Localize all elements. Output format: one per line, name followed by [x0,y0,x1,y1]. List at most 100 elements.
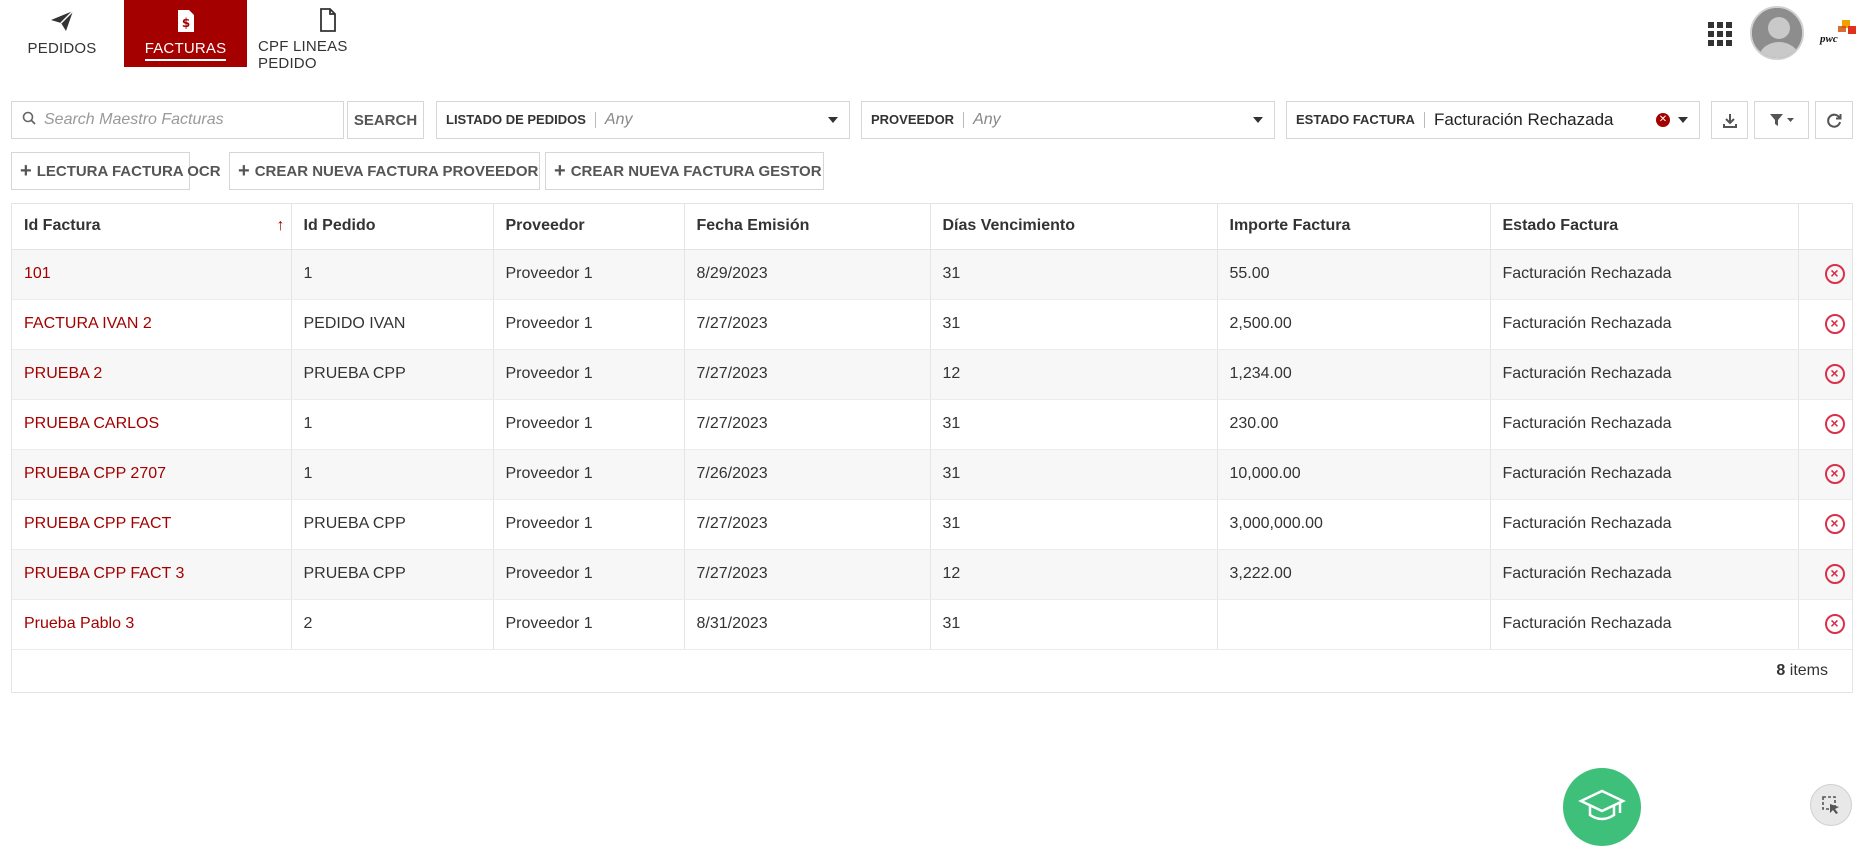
cell-dias-vencimiento: 31 [930,299,1218,350]
remove-circle-icon[interactable]: × [1824,514,1845,534]
clear-selection-icon[interactable]: ✕ [1656,113,1670,127]
cell-id-factura[interactable]: Prueba Pablo 3 [12,599,292,650]
cell-id-factura[interactable]: PRUEBA CARLOS [12,399,292,450]
filter-icon [1769,114,1794,126]
cell-actions: × [1798,349,1852,400]
table-row[interactable]: PRUEBA CARLOS 1 Proveedor 1 7/27/2023 31 230.… [12,399,1852,450]
button-label: CREAR NUEVA FACTURA PROVEEDOR [254,162,539,180]
cell-id-pedido: 1 [291,399,494,450]
cell-importe-factura: 1,234.00 [1217,349,1491,400]
cell-fecha-emision: 7/27/2023 [684,349,931,400]
remove-circle-icon[interactable]: × [1824,364,1845,384]
cell-importe-factura: 10,000.00 [1217,449,1491,500]
crear-factura-gestor-button[interactable]: + CREAR NUEVA FACTURA GESTOR [545,152,824,190]
dropdown-label: PROVEEDOR [871,112,965,128]
table-row[interactable]: PRUEBA CPP FACT PRUEBA CPP Proveedor 1 7/27… [12,499,1852,550]
lectura-factura-ocr-button[interactable]: + LECTURA FACTURA OCR [11,152,221,190]
dropdown-label: LISTADO DE PEDIDOS [446,112,596,128]
tab-pedidos[interactable]: PEDIDOS [15,0,109,67]
plus-icon: + [238,160,250,182]
header-row: Id Factura ↑ Id Pedido Proveedor Fecha Em… [12,204,1852,250]
column-header-estado-factura[interactable]: Estado Factura [1490,204,1799,250]
dropdown-value: Any [973,111,1001,128]
table-row[interactable]: FACTURA IVAN 2 PEDIDO IVAN Proveedor 1 7/27… [12,299,1852,350]
dropdown-label: ESTADO FACTURA [1296,112,1425,128]
cell-id-factura[interactable]: 101 [12,249,292,300]
cell-dias-vencimiento: 12 [930,349,1218,400]
column-header-fecha-emision[interactable]: Fecha Emisión [684,204,931,250]
avatar[interactable] [1750,6,1804,60]
cell-fecha-emision: 7/27/2023 [684,399,931,450]
refresh-button[interactable] [1815,101,1853,139]
filter-button[interactable] [1754,101,1809,139]
cell-id-factura[interactable]: PRUEBA CPP FACT [12,499,292,550]
cell-estado-factura: Facturación Rechazada [1490,349,1799,400]
listado-pedidos-dropdown[interactable]: LISTADO DE PEDIDOS Any [436,101,850,139]
cell-importe-factura: 55.00 [1217,249,1491,300]
button-label: LECTURA FACTURA OCR [36,162,221,180]
remove-circle-icon[interactable]: × [1824,464,1845,484]
column-header-id-pedido[interactable]: Id Pedido [291,204,494,250]
cell-id-pedido: PRUEBA CPP [291,549,494,600]
proveedor-dropdown[interactable]: PROVEEDOR Any [861,101,1275,139]
cell-id-factura[interactable]: PRUEBA CPP FACT 3 [12,549,292,600]
search-input[interactable] [44,111,324,129]
cell-id-pedido: 1 [291,449,494,500]
table-row[interactable]: PRUEBA 2 PRUEBA CPP Proveedor 1 7/27/2023 12… [12,349,1852,400]
tab-label: FACTURAS [144,40,227,61]
plus-icon: + [554,160,566,182]
cell-estado-factura: Facturación Rechazada [1490,399,1799,450]
download-button[interactable] [1711,101,1748,139]
graduation-cap-icon [1578,789,1626,821]
button-label: CREAR NUEVA FACTURA GESTOR [570,162,822,180]
cell-id-factura[interactable]: FACTURA IVAN 2 [12,299,292,350]
search-field[interactable] [11,101,344,139]
cell-proveedor: Proveedor 1 [493,449,685,500]
cell-estado-factura: Facturación Rechazada [1490,499,1799,550]
cell-proveedor: Proveedor 1 [493,399,685,450]
send-icon [49,8,75,34]
cell-fecha-emision: 7/27/2023 [684,299,931,350]
cell-id-factura[interactable]: PRUEBA 2 [12,349,292,400]
cell-fecha-emision: 7/27/2023 [684,549,931,600]
remove-circle-icon[interactable]: × [1824,614,1845,634]
item-count: 8 [1776,662,1786,679]
cell-actions: × [1798,399,1852,450]
cell-proveedor: Proveedor 1 [493,549,685,600]
column-header-id-factura[interactable]: Id Factura ↑ [12,204,292,250]
remove-circle-icon[interactable]: × [1824,414,1845,434]
apps-grid-icon[interactable] [1708,22,1732,46]
svg-text:$: $ [181,16,189,30]
cell-actions: × [1798,299,1852,350]
cell-id-pedido: PRUEBA CPP [291,349,494,400]
pwc-logo: pwc [1818,18,1858,48]
cell-fecha-emision: 8/31/2023 [684,599,931,650]
table-row[interactable]: 101 1 Proveedor 1 8/29/2023 31 55.00 Facturaci… [12,249,1852,300]
cell-id-pedido: 1 [291,249,494,300]
tab-cpf-lineas-pedido[interactable]: CPF LINEAS PEDIDO [258,0,398,72]
chevron-down-icon [1253,117,1263,123]
cell-id-factura[interactable]: PRUEBA CPP 2707 [12,449,292,500]
table-row[interactable]: PRUEBA CPP FACT 3 PRUEBA CPP Proveedor 1 7/… [12,549,1852,600]
cell-actions: × [1798,499,1852,550]
estado-factura-dropdown[interactable]: ESTADO FACTURA Facturación Rechazada ✕ [1286,101,1700,139]
search-button[interactable]: SEARCH [347,101,424,139]
column-header-dias-vencimiento[interactable]: Días Vencimiento [930,204,1218,250]
cell-importe-factura: 2,500.00 [1217,299,1491,350]
column-header-actions [1798,204,1852,250]
cell-id-pedido: PEDIDO IVAN [291,299,494,350]
remove-circle-icon[interactable]: × [1824,564,1845,584]
crear-factura-proveedor-button[interactable]: + CREAR NUEVA FACTURA PROVEEDOR [229,152,540,190]
selector-tool-button[interactable] [1810,784,1852,826]
file-icon [315,8,341,32]
table-row[interactable]: Prueba Pablo 3 2 Proveedor 1 8/31/2023 31 Fac… [12,599,1852,650]
cell-id-pedido: PRUEBA CPP [291,499,494,550]
cell-importe-factura: 3,000,000.00 [1217,499,1491,550]
column-header-proveedor[interactable]: Proveedor [493,204,685,250]
tab-facturas[interactable]: $ FACTURAS [124,0,247,67]
remove-circle-icon[interactable]: × [1824,264,1845,284]
table-row[interactable]: PRUEBA CPP 2707 1 Proveedor 1 7/26/2023 31 10… [12,449,1852,500]
column-header-importe-factura[interactable]: Importe Factura [1217,204,1491,250]
help-fab-button[interactable] [1563,768,1641,846]
remove-circle-icon[interactable]: × [1824,314,1845,334]
